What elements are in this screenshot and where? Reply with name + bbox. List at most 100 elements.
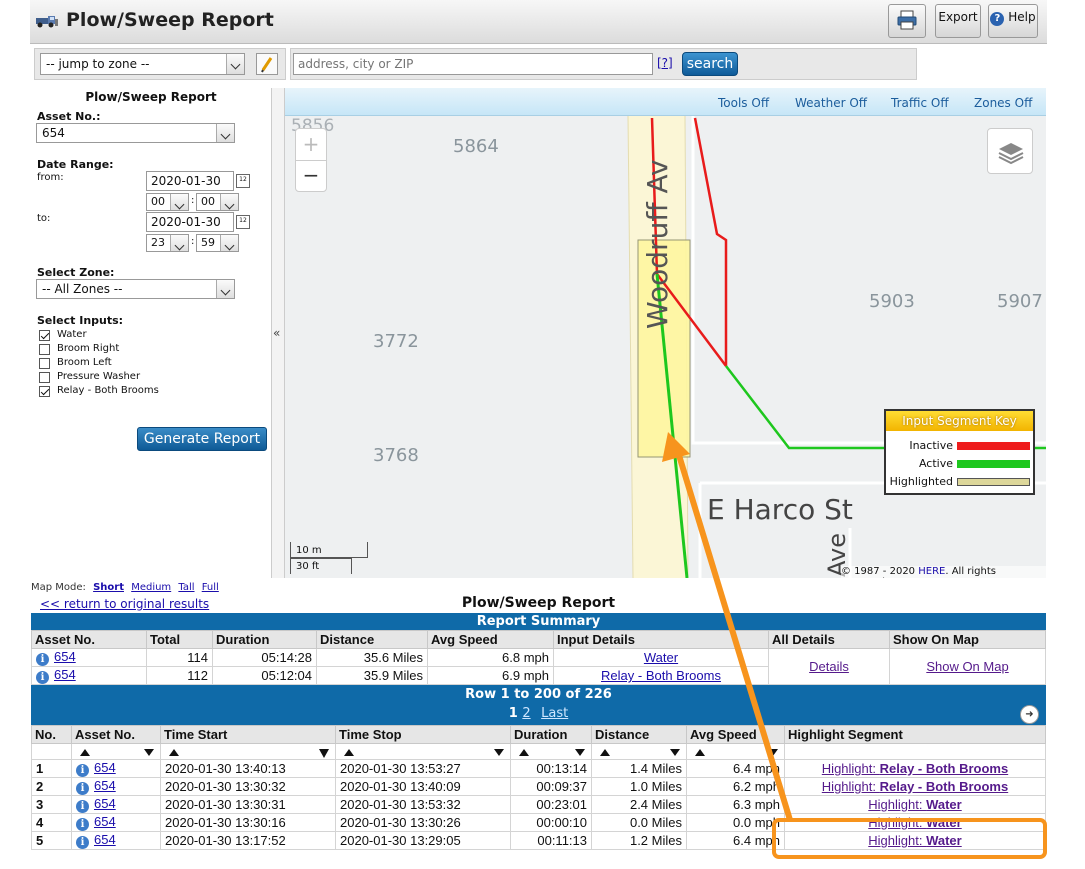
table-row: 1 i 654 2020-01-30 13:40:13 2020-01-30 13… bbox=[31, 759, 1046, 778]
summary-header-duration: Duration bbox=[212, 630, 317, 649]
summary-total: 112 bbox=[146, 666, 213, 685]
next-page-button[interactable]: ➜ bbox=[1020, 705, 1039, 724]
input-detail-link[interactable]: Relay - Both Brooms bbox=[601, 668, 721, 683]
address-search-input[interactable] bbox=[293, 53, 653, 75]
pressure-washer-checkbox[interactable] bbox=[39, 372, 50, 383]
relay-both-brooms-checkbox[interactable] bbox=[39, 386, 50, 397]
map-view[interactable]: Tools Off Weather Off Traffic Off Zones … bbox=[285, 88, 1046, 578]
date-range-label: Date Range: bbox=[37, 158, 114, 171]
from-date-input[interactable]: 2020-01-30 bbox=[146, 171, 234, 191]
table-row: 3 i 654 2020-01-30 13:30:31 2020-01-30 13… bbox=[31, 795, 1046, 814]
info-icon[interactable]: i bbox=[76, 782, 89, 795]
sort-up-icon[interactable] bbox=[600, 749, 610, 756]
asset-link[interactable]: 654 bbox=[54, 667, 76, 682]
report-title: Plow/Sweep Report bbox=[461, 595, 616, 611]
print-button[interactable] bbox=[888, 4, 926, 38]
asset-link[interactable]: 654 bbox=[54, 649, 76, 664]
sort-down-icon[interactable] bbox=[144, 749, 154, 756]
info-icon[interactable]: i bbox=[76, 800, 89, 813]
highlight-segment-link[interactable]: Highlight: Relay - Both Brooms bbox=[822, 761, 1008, 776]
collapse-left-icon: « bbox=[273, 326, 281, 340]
info-icon[interactable]: i bbox=[36, 653, 49, 666]
time-stop: 2020-01-30 13:29:05 bbox=[335, 831, 511, 850]
help-button[interactable]: ? Help bbox=[988, 4, 1038, 38]
tools-toggle[interactable]: Tools Off bbox=[718, 96, 769, 110]
to-date-input[interactable]: 2020-01-30 bbox=[146, 212, 234, 232]
layers-button[interactable] bbox=[987, 128, 1033, 174]
sort-down-icon[interactable] bbox=[494, 749, 504, 756]
sort-down-icon[interactable] bbox=[670, 749, 680, 756]
sort-up-icon[interactable] bbox=[169, 749, 179, 756]
summary-header-map: Show On Map bbox=[889, 630, 1046, 649]
sort-duration[interactable] bbox=[510, 743, 592, 760]
zones-toggle[interactable]: Zones Off bbox=[974, 96, 1032, 110]
map-mode-full[interactable]: Full bbox=[202, 582, 219, 593]
info-icon[interactable]: i bbox=[36, 671, 49, 684]
highlight-input: Water bbox=[926, 797, 962, 812]
export-button[interactable]: Export bbox=[935, 4, 981, 38]
sort-up-icon[interactable] bbox=[80, 749, 90, 756]
asset-link[interactable]: 654 bbox=[94, 760, 116, 775]
calendar-icon[interactable]: 12 bbox=[236, 215, 250, 229]
sort-up-icon[interactable] bbox=[695, 749, 705, 756]
asset-link[interactable]: 654 bbox=[94, 796, 116, 811]
sort-distance[interactable] bbox=[591, 743, 687, 760]
search-button[interactable]: search bbox=[682, 52, 738, 76]
map-mode-medium[interactable]: Medium bbox=[131, 582, 171, 593]
page-last-link[interactable]: Last bbox=[541, 706, 568, 721]
sort-asset[interactable] bbox=[71, 743, 161, 760]
sort-stop[interactable] bbox=[335, 743, 511, 760]
input-detail-link[interactable]: Water bbox=[644, 650, 678, 665]
zone-jump-select[interactable]: -- jump to zone -- bbox=[40, 53, 245, 75]
highlight-segment-link[interactable]: Highlight: Water bbox=[868, 815, 961, 830]
panel-collapse-handle[interactable]: « bbox=[271, 88, 285, 578]
sort-up-icon[interactable] bbox=[344, 749, 354, 756]
info-icon[interactable]: i bbox=[76, 764, 89, 777]
broom-right-checkbox[interactable] bbox=[39, 344, 50, 355]
here-link[interactable]: HERE bbox=[918, 566, 945, 577]
page-2-link[interactable]: 2 bbox=[522, 706, 530, 721]
from-hour-value: 00 bbox=[151, 195, 165, 208]
scale-meters: 10 m bbox=[296, 545, 322, 556]
generate-report-button[interactable]: Generate Report bbox=[137, 427, 267, 451]
zoom-in-button[interactable]: + bbox=[296, 129, 326, 161]
sort-up-icon[interactable] bbox=[519, 749, 529, 756]
asset-select[interactable]: 654 bbox=[36, 123, 235, 143]
traffic-toggle[interactable]: Traffic Off bbox=[891, 96, 949, 110]
calendar-icon[interactable]: 12 bbox=[236, 174, 250, 188]
summary-header-speed: Avg Speed bbox=[427, 630, 554, 649]
to-minute-value: 59 bbox=[201, 236, 215, 249]
to-minute-select[interactable]: 59 bbox=[196, 234, 239, 252]
time-stop: 2020-01-30 13:53:27 bbox=[335, 759, 511, 778]
highlight-segment-link[interactable]: Highlight: Water bbox=[868, 797, 961, 812]
from-minute-select[interactable]: 00 bbox=[196, 193, 239, 211]
sort-down-active-icon[interactable] bbox=[319, 749, 329, 758]
duration: 00:00:10 bbox=[510, 813, 592, 832]
sort-down-icon[interactable] bbox=[575, 749, 585, 756]
highlight-segment-link[interactable]: Highlight: Relay - Both Brooms bbox=[822, 779, 1008, 794]
to-hour-select[interactable]: 23 bbox=[146, 234, 189, 252]
sort-down-icon[interactable] bbox=[768, 749, 778, 756]
asset-link[interactable]: 654 bbox=[94, 814, 116, 829]
zone-select[interactable]: -- All Zones -- bbox=[36, 279, 235, 299]
from-hour-select[interactable]: 00 bbox=[146, 193, 189, 211]
show-on-map-link[interactable]: Show On Map bbox=[926, 659, 1008, 674]
map-mode-short[interactable]: Short bbox=[93, 582, 124, 593]
edit-zone-button[interactable] bbox=[256, 53, 278, 75]
sort-speed[interactable] bbox=[686, 743, 785, 760]
weather-toggle[interactable]: Weather Off bbox=[795, 96, 867, 110]
asset-link[interactable]: 654 bbox=[94, 832, 116, 847]
zoom-out-button[interactable]: − bbox=[296, 161, 326, 191]
water-checkbox[interactable] bbox=[39, 330, 50, 341]
map-mode-tall[interactable]: Tall bbox=[178, 582, 194, 593]
asset-link[interactable]: 654 bbox=[94, 778, 116, 793]
pagination-bar: Row 1 to 200 of 226 1 2 Last ➜ bbox=[31, 685, 1046, 725]
search-help-link[interactable]: [?] bbox=[657, 56, 673, 70]
broom-left-checkbox[interactable] bbox=[39, 358, 50, 369]
highlight-segment-link[interactable]: Highlight: Water bbox=[868, 833, 961, 848]
sort-start[interactable] bbox=[160, 743, 336, 760]
details-link[interactable]: Details bbox=[809, 659, 849, 674]
info-icon[interactable]: i bbox=[76, 836, 89, 849]
table-row: 5 i 654 2020-01-30 13:17:52 2020-01-30 13… bbox=[31, 831, 1046, 850]
info-icon[interactable]: i bbox=[76, 818, 89, 831]
